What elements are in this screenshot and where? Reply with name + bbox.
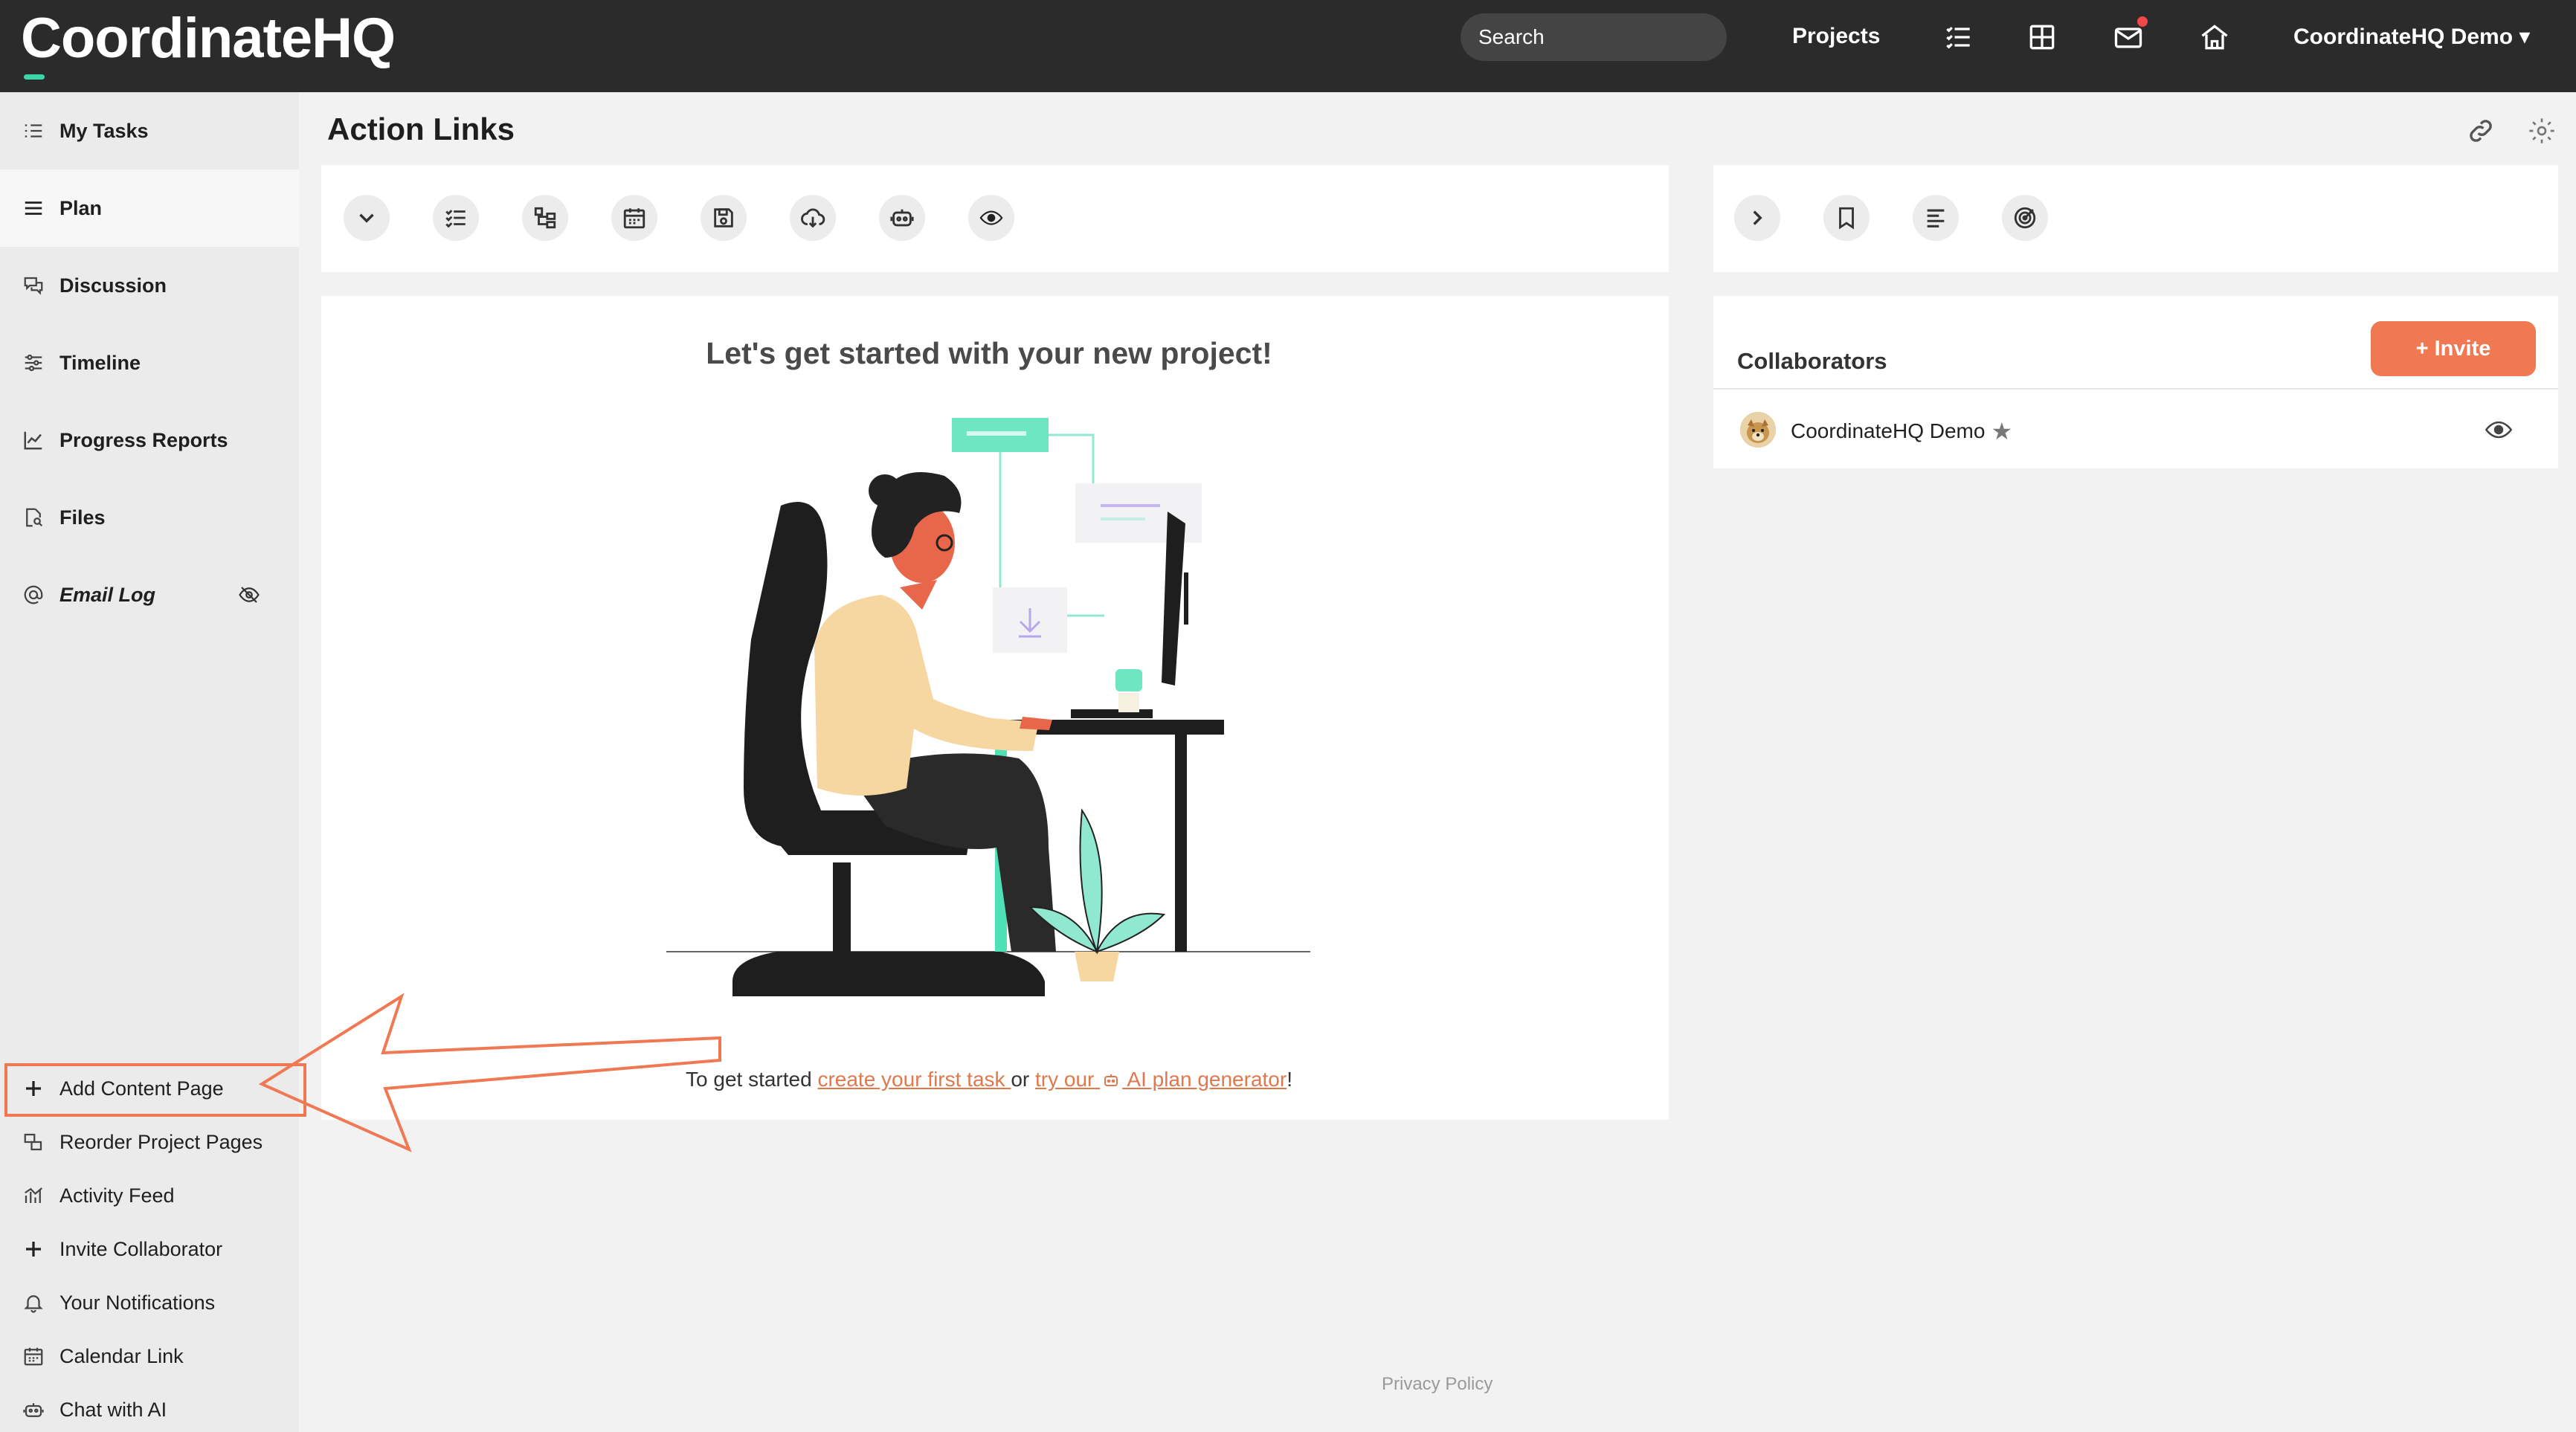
top-navbar: CoordinateHQ Search Projects CoordinateH… [0, 0, 2576, 92]
sidebar-item-label: Reorder Project Pages [59, 1130, 263, 1153]
sidebar-item-files[interactable]: Files [0, 479, 299, 556]
sidebar-item-label: Discussion [59, 274, 167, 297]
sidebar-item-label: Email Log [59, 583, 156, 606]
cta-suffix: ! [1287, 1068, 1292, 1091]
calendar-icon [24, 1347, 43, 1366]
activity-chart-icon [25, 1187, 42, 1203]
sidebar-item-label: Invite Collaborator [59, 1237, 223, 1260]
bell-icon [24, 1295, 43, 1313]
sidebar-item-label: My Tasks [59, 119, 149, 142]
bookmark-icon [1839, 207, 1854, 230]
user-menu-dropdown[interactable]: CoordinateHQ Demo ▾ [2293, 24, 2530, 50]
ai-plan-generator-link[interactable]: try our AI plan generator [1035, 1068, 1287, 1091]
sidebar-item-my-tasks[interactable]: My Tasks [0, 92, 299, 170]
floppy-disk-icon [714, 208, 733, 228]
dog-avatar-icon [1740, 412, 1776, 448]
chevron-right-icon [1753, 210, 1762, 225]
target-icon [2014, 207, 2036, 229]
visibility-button[interactable] [968, 195, 1014, 241]
plus-icon [26, 1242, 41, 1257]
link-icon[interactable] [2466, 116, 2496, 146]
list-check-icon [25, 124, 42, 138]
collaborator-row[interactable]: CoordinateHQ Demo ★ [1791, 417, 2012, 445]
hero-title: Let's get started with your new project! [706, 336, 1272, 370]
collaborators-title: Collaborators [1737, 348, 1887, 374]
hierarchy-icon [534, 207, 556, 229]
home-icon[interactable] [2198, 21, 2231, 54]
cloud-download-icon [801, 208, 825, 228]
sidebar-item-email-log[interactable]: Email Log [0, 556, 299, 633]
avatar [1740, 412, 1776, 448]
sidebar-item-discussion[interactable]: Discussion [0, 247, 299, 324]
link-text: try our [1035, 1068, 1101, 1091]
chat-bubbles-icon [24, 277, 43, 295]
checklist-icon [445, 210, 466, 228]
eye-icon[interactable] [2484, 415, 2514, 445]
calendar-icon [623, 208, 645, 229]
save-button[interactable] [701, 195, 747, 241]
file-search-icon [26, 508, 43, 527]
sidebar-item-label: Progress Reports [59, 428, 228, 451]
person-at-desk-illustration [666, 418, 1310, 996]
sidebar-item-invite-collaborator[interactable]: Invite Collaborator [0, 1222, 299, 1276]
hierarchy-button[interactable] [522, 195, 568, 241]
sidebar-item-plan[interactable]: Plan [0, 170, 299, 247]
sidebar-item-calendar-link[interactable]: Calendar Link [0, 1329, 299, 1383]
logo-accent [24, 74, 45, 80]
chevron-down-icon [359, 213, 374, 223]
notification-dot [2136, 15, 2149, 28]
app-logo[interactable]: CoordinateHQ [21, 6, 396, 80]
sidebar-item-label: Timeline [59, 351, 141, 374]
eye-off-icon[interactable] [238, 584, 260, 606]
at-sign-icon [24, 585, 43, 604]
sidebar-item-label: Your Notifications [59, 1291, 216, 1314]
robot-icon [1104, 1074, 1118, 1086]
menu-lines-icon [25, 201, 42, 215]
sidebar-item-chat-with-ai[interactable]: Chat with AI [0, 1383, 299, 1432]
robot-icon [23, 1403, 44, 1417]
sidebar-item-label: Activity Feed [59, 1184, 175, 1207]
bookmark-button[interactable] [1823, 195, 1870, 241]
robot-icon [890, 209, 914, 227]
link-text: AI plan generator [1122, 1068, 1287, 1091]
sidebar-item-activity-feed[interactable]: Activity Feed [0, 1169, 299, 1222]
sidebar-item-timeline[interactable]: Timeline [0, 324, 299, 401]
divider [1713, 388, 2558, 390]
sidebar-item-progress-reports[interactable]: Progress Reports [0, 401, 299, 479]
cloud-download-button[interactable] [790, 195, 836, 241]
grid-icon[interactable] [2026, 21, 2058, 54]
privacy-policy-link[interactable]: Privacy Policy [1382, 1374, 1493, 1395]
text-align-button[interactable] [1913, 195, 1959, 241]
sliders-icon [25, 354, 42, 372]
expand-button[interactable] [1734, 195, 1780, 241]
page-title: Action Links [327, 112, 515, 146]
ai-robot-button[interactable] [879, 195, 925, 241]
tasks-list-icon[interactable] [1942, 21, 1975, 54]
calendar-button[interactable] [611, 195, 657, 241]
line-chart-icon [24, 431, 42, 450]
search-input[interactable]: Search [1461, 13, 1727, 61]
sidebar-item-label: Plan [59, 196, 103, 219]
invite-button[interactable]: + Invite [2371, 321, 2536, 376]
sidebar-item-your-notifications[interactable]: Your Notifications [0, 1276, 299, 1329]
align-left-icon [1927, 209, 1945, 228]
sidebar-item-label: Chat with AI [59, 1398, 167, 1421]
create-first-task-link[interactable]: create your first task [817, 1068, 1011, 1091]
sidebar-item-label: Calendar Link [59, 1344, 184, 1367]
owner-star-icon: ★ [1991, 418, 2013, 445]
collaborator-name: CoordinateHQ Demo [1791, 419, 1986, 442]
eye-icon [979, 210, 1003, 225]
annotation-arrow [258, 993, 721, 1152]
sidebar-item-label: Files [59, 506, 106, 529]
target-button[interactable] [2002, 195, 2048, 241]
collapse-button[interactable] [344, 195, 390, 241]
nav-projects-link[interactable]: Projects [1792, 24, 1880, 49]
reorder-icon [24, 1133, 42, 1151]
task-list-button[interactable] [433, 195, 479, 241]
logo-text: CoordinateHQ [21, 7, 396, 70]
cta-middle: or [1011, 1068, 1036, 1091]
settings-gear-icon[interactable] [2527, 116, 2557, 146]
